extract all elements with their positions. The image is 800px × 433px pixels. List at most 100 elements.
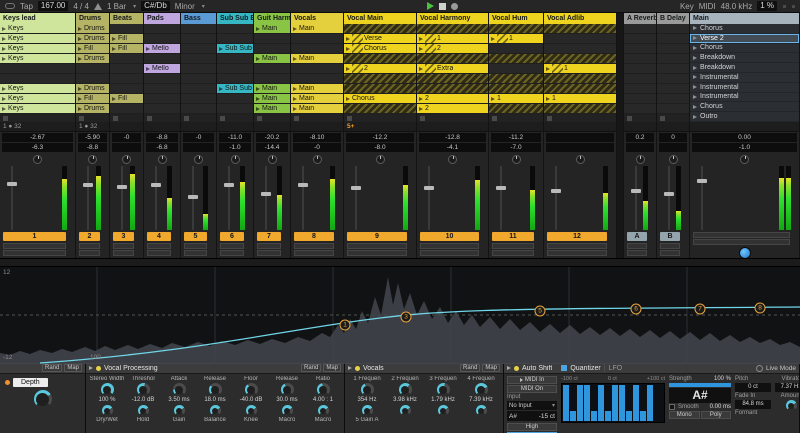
clip-stop-button[interactable]	[660, 115, 665, 121]
scene-row[interactable]: Chorus	[690, 24, 799, 34]
clip[interactable]: Mello	[144, 64, 180, 74]
solo-button[interactable]	[492, 243, 534, 249]
empty-clip-slot[interactable]	[254, 34, 290, 44]
smooth-checkbox[interactable]	[669, 404, 675, 410]
solo-button[interactable]	[184, 243, 207, 249]
clip-launch-icon[interactable]	[546, 66, 550, 71]
clip[interactable]: Keys	[0, 24, 75, 34]
clip[interactable]: Keys	[0, 34, 75, 44]
clip-launch-icon[interactable]	[78, 36, 82, 41]
spectrum-display[interactable]: 12 -12 100 1 3 5 6 7 8	[0, 266, 800, 364]
macro-knob[interactable]	[316, 383, 330, 396]
clip[interactable]: Main	[254, 94, 290, 104]
empty-clip-slot[interactable]	[181, 94, 216, 104]
empty-clip-slot[interactable]	[624, 44, 656, 54]
clip[interactable]: Keys	[0, 44, 75, 54]
pan-knob[interactable]	[740, 155, 749, 164]
clip-launch-icon[interactable]	[346, 36, 350, 41]
clip-launch-icon[interactable]	[293, 86, 297, 91]
clip[interactable]: Main	[291, 94, 343, 104]
arm-button[interactable]	[147, 250, 171, 256]
empty-clip-slot[interactable]	[624, 84, 656, 94]
rand-button[interactable]: Rand	[41, 364, 63, 372]
scene-row[interactable]: Breakdown	[690, 63, 799, 73]
clip[interactable]: Main	[254, 24, 290, 34]
device-on-led[interactable]	[96, 365, 101, 371]
clip[interactable]: 1	[544, 94, 616, 104]
pan-knob[interactable]	[448, 155, 457, 164]
empty-clip-slot[interactable]	[181, 54, 216, 64]
empty-clip-slot[interactable]	[217, 24, 253, 34]
clip-launch-icon[interactable]	[256, 56, 260, 61]
arm-button[interactable]	[220, 250, 244, 256]
track-activator-button[interactable]: 7	[257, 232, 281, 241]
tempo-display[interactable]: 167.00	[37, 1, 69, 11]
arm-button[interactable]	[420, 250, 479, 256]
quantization-menu[interactable]: 1 Bar	[107, 2, 126, 11]
empty-clip-slot[interactable]	[291, 64, 343, 74]
scene-launch-icon[interactable]	[693, 114, 697, 119]
volume-display[interactable]: -20.2	[256, 133, 288, 142]
map-button[interactable]: Map	[482, 364, 500, 372]
empty-clip-slot[interactable]	[291, 34, 343, 44]
pan-knob[interactable]	[88, 155, 97, 164]
tab-lfo[interactable]: LFO	[609, 365, 623, 372]
scale-mode-selector[interactable]: Minor	[175, 2, 195, 11]
scene-row[interactable]: Breakdown	[690, 53, 799, 64]
clip-launch-icon[interactable]	[491, 36, 495, 41]
track-header[interactable]: Vocal Adlib	[544, 13, 616, 24]
arm-button[interactable]	[79, 250, 100, 256]
clip-stop-button[interactable]	[420, 115, 425, 121]
empty-clip-slot[interactable]	[624, 104, 656, 114]
solo-button[interactable]	[294, 243, 334, 249]
striped-slot[interactable]	[344, 54, 416, 64]
clip[interactable]: Keys	[0, 94, 75, 104]
fader-handle[interactable]	[83, 183, 93, 188]
clip-stop-button[interactable]	[627, 115, 632, 121]
solo-button[interactable]	[420, 243, 479, 249]
solo-button[interactable]	[147, 243, 171, 249]
fader-handle[interactable]	[224, 183, 234, 188]
empty-clip-slot[interactable]	[217, 104, 253, 114]
clip-launch-icon[interactable]	[2, 86, 6, 91]
scale-root-selector[interactable]: C#/Db	[141, 1, 170, 11]
fader-handle[interactable]	[261, 192, 271, 197]
peak-display[interactable]: -14.4	[256, 143, 288, 152]
scene-row[interactable]: Instrumental	[690, 73, 799, 83]
arm-button[interactable]	[294, 250, 334, 256]
track-header[interactable]: Vocal Hum	[489, 13, 543, 24]
empty-clip-slot[interactable]	[544, 34, 616, 44]
clip-launch-icon[interactable]	[419, 36, 423, 41]
arm-button[interactable]	[492, 250, 534, 256]
clip-launch-icon[interactable]	[256, 96, 260, 101]
empty-clip-slot[interactable]	[181, 104, 216, 114]
eq-band-handle[interactable]: 3	[400, 311, 412, 323]
pan-knob[interactable]	[122, 155, 131, 164]
macro-knob[interactable]	[475, 405, 487, 416]
macro-variation-button[interactable]: Depth	[13, 378, 48, 387]
clip-stop-button[interactable]	[79, 115, 84, 121]
track-header[interactable]: B Delay	[657, 13, 689, 24]
volume-display[interactable]: -8.8	[146, 133, 178, 142]
pitch-amount[interactable]: 0 ct	[735, 383, 771, 392]
clip[interactable]: Main	[291, 54, 343, 64]
track-header[interactable]: Sub Sub Bass	[217, 13, 253, 24]
clip-launch-icon[interactable]	[146, 46, 150, 51]
fade-in-amount[interactable]: 84.8 ms	[735, 400, 771, 409]
eq-band-handle[interactable]: 1	[339, 319, 351, 331]
clip-stop-button[interactable]	[3, 115, 8, 121]
clip[interactable]: 1	[544, 64, 616, 74]
track-activator-button[interactable]: 1	[3, 232, 66, 241]
clip[interactable]: Drums	[76, 24, 109, 34]
volume-display[interactable]	[546, 133, 614, 142]
pan-knob[interactable]	[511, 155, 521, 164]
clip[interactable]: Fill	[76, 94, 109, 104]
clip[interactable]: Mello	[144, 44, 180, 54]
clip[interactable]: 2	[417, 94, 488, 104]
macro-knob[interactable]	[281, 405, 293, 416]
clip-stop-button[interactable]	[492, 115, 497, 121]
smooth-value[interactable]: 0.00 ms	[710, 404, 731, 410]
clip[interactable]: Keys	[0, 84, 75, 94]
empty-clip-slot[interactable]	[110, 84, 143, 94]
pan-knob[interactable]	[33, 155, 42, 164]
